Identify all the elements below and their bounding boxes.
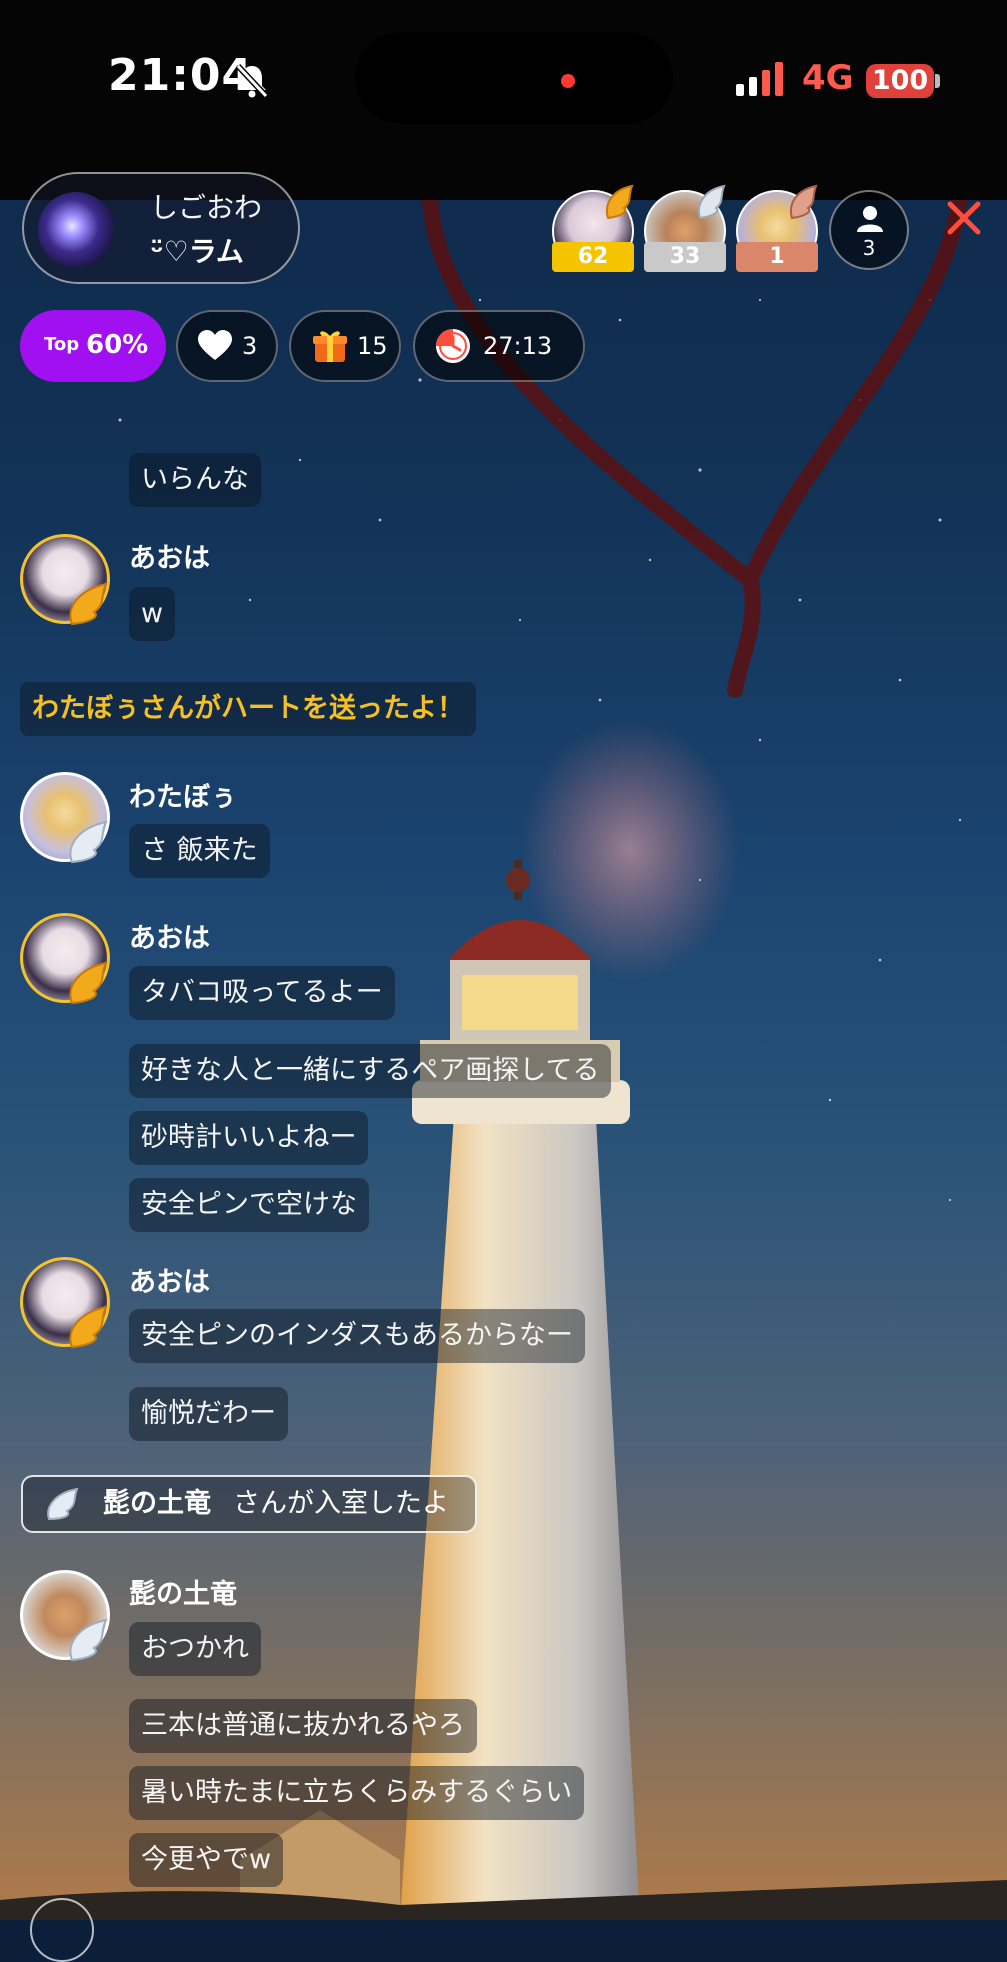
- gold-wing-icon: [69, 582, 108, 626]
- chat-username[interactable]: あおは: [129, 1260, 210, 1299]
- host-profile-pill[interactable]: しごおわ ᵕ̈♡ラム: [22, 172, 300, 284]
- viewer-rank-badge: 62: [552, 242, 634, 272]
- ranking-pill[interactable]: Top 60%: [20, 310, 166, 382]
- silver-wing-icon: [69, 820, 108, 864]
- silver-wing-icon: [69, 1618, 108, 1662]
- dynamic-island: [355, 32, 673, 124]
- status-bar: 21:04 4G 100: [0, 0, 1007, 200]
- bronze-wing-icon: [790, 184, 818, 220]
- chat-avatar[interactable]: [20, 772, 110, 864]
- recording-indicator-icon: [561, 74, 575, 88]
- gold-wing-icon: [69, 961, 108, 1005]
- join-notice: 髭の土竜 さんが入室したよ: [21, 1475, 477, 1533]
- gift-icon: [313, 331, 347, 362]
- host-name-line1: しごおわ: [150, 191, 263, 224]
- clock-icon: [436, 329, 470, 363]
- ranking-label: Top: [44, 334, 80, 355]
- chat-message: 暑い時たまに立ちくらみするぐらい: [129, 1766, 585, 1820]
- chat-message: おつかれ: [129, 1622, 261, 1676]
- chat-avatar[interactable]: [20, 1570, 110, 1662]
- ranking-percent: 60%: [86, 330, 149, 360]
- viewer-count-button[interactable]: 3: [829, 190, 909, 270]
- hearts-pill[interactable]: 3: [176, 310, 278, 382]
- battery-tip: [935, 74, 940, 88]
- chat-avatar[interactable]: [20, 913, 110, 1005]
- person-icon: [857, 206, 883, 232]
- top-viewer-3[interactable]: 1: [736, 184, 818, 272]
- top-viewer-1[interactable]: 62: [552, 184, 634, 272]
- battery-level: 100: [871, 65, 929, 96]
- signal-icon: [736, 62, 783, 96]
- silver-wing-icon: [698, 184, 726, 220]
- chat-message: 愉悦だわー: [129, 1387, 288, 1441]
- chat-message: 安全ピンのインダスもあるからなー: [129, 1309, 585, 1363]
- chat-message: 安全ピンで空けな: [129, 1178, 369, 1232]
- viewer-rank-badge: 1: [736, 242, 818, 272]
- top-viewer-2[interactable]: 33: [644, 184, 726, 272]
- host-name-line2: ᵕ̈♡ラム: [150, 235, 244, 268]
- hearts-count: 3: [242, 332, 258, 360]
- gifts-count: 15: [357, 332, 388, 360]
- join-text: さんが入室したよ: [233, 1488, 449, 1519]
- viewer-count: 3: [862, 236, 876, 260]
- chat-message: タバコ吸ってるよー: [129, 966, 395, 1020]
- close-icon[interactable]: [944, 198, 984, 238]
- heart-icon: [198, 330, 232, 360]
- chat-message: 砂時計いいよねー: [129, 1111, 369, 1165]
- chat-message: 好きな人と一緒にするペア画探してる: [129, 1044, 612, 1098]
- chat-message: w: [129, 587, 176, 641]
- host-avatar[interactable]: [38, 192, 114, 268]
- gold-wing-icon: [69, 1305, 108, 1349]
- network-type: 4G: [802, 58, 854, 98]
- gifts-pill[interactable]: 15: [289, 310, 401, 382]
- system-heart-message: わたぼぅさんがハートを送ったよ！: [20, 682, 476, 736]
- chat-avatar[interactable]: [20, 534, 110, 626]
- chat-message: 今更やでw: [129, 1833, 284, 1887]
- chat-username[interactable]: あおは: [129, 536, 210, 575]
- timer-pill[interactable]: 27:13: [413, 310, 585, 382]
- silver-wing-icon: [47, 1487, 79, 1521]
- chat-avatar[interactable]: [20, 1257, 110, 1349]
- chat-username[interactable]: あおは: [129, 916, 210, 955]
- gold-wing-icon: [606, 184, 634, 220]
- join-username[interactable]: 髭の土竜: [103, 1477, 211, 1531]
- chat-username[interactable]: 髭の土竜: [129, 1572, 237, 1611]
- viewer-rank-badge: 33: [644, 242, 726, 272]
- bottom-action-button[interactable]: [30, 1898, 94, 1962]
- chat-message: 三本は普通に抜かれるやろ: [129, 1699, 477, 1753]
- chat-username[interactable]: わたぼぅ: [129, 775, 237, 814]
- chat-message: さ 飯来た: [129, 824, 270, 878]
- stream-timer: 27:13: [483, 332, 553, 360]
- bell-muted-icon: [235, 63, 269, 99]
- battery-icon: 100: [866, 64, 934, 98]
- chat-message: いらんな: [129, 453, 261, 507]
